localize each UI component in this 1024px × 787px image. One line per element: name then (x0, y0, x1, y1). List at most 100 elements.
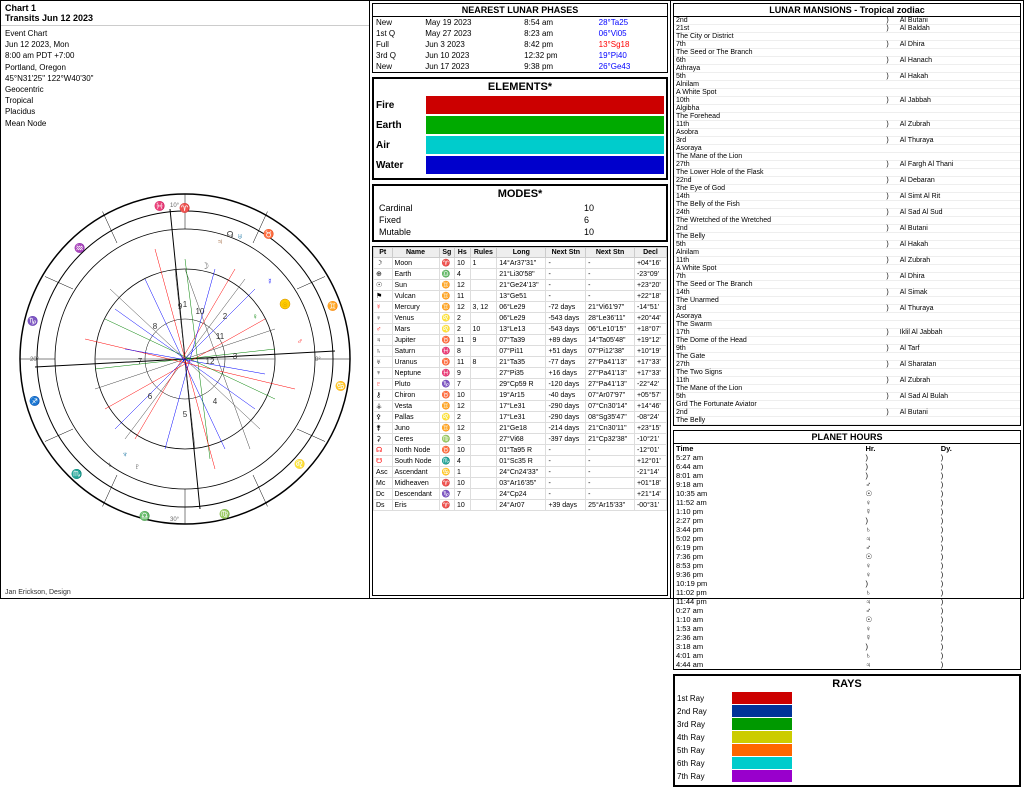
planet-decl: +17°33' (634, 368, 666, 379)
svg-text:10°: 10° (170, 203, 180, 209)
planet-row: ♆ Neptune ♓ 9 27°Pi35 +16 days 27°Pa41'1… (374, 368, 667, 379)
planet-row: ♂ Mars ♌ 2 10 13°Le13 -543 days 06°Le10'… (374, 324, 667, 335)
mansion-name: Al Jabbah (898, 97, 1020, 105)
mansion-num: 14th (674, 289, 884, 297)
planet-row: ☿ Mercury ♊ 12 3, 12 06°Le29 -72 days 21… (374, 302, 667, 313)
mansion-symbol: ) (884, 209, 897, 217)
mansion-name (898, 369, 1020, 377)
planet-name: Vulcan (392, 291, 439, 302)
planet-row: Dc Descendant ♑ 7 24°Cp24 - - +21°14' (374, 489, 667, 500)
ray-label: 7th Ray (677, 772, 732, 781)
mansion-symbol: ) (884, 97, 897, 105)
mansion-symbol (884, 201, 897, 209)
mansion-symbol (884, 321, 897, 329)
planet-hs: 12 (455, 423, 470, 434)
planet-hours-col-header: Dy. (939, 444, 1020, 453)
mansion-num: 5th (674, 241, 884, 249)
phase-name: New (373, 61, 422, 72)
mansion-name: Al Debaran (898, 177, 1020, 185)
lunar-mansion-row: The City or District (674, 33, 1020, 41)
planet-col-header: Long (497, 248, 546, 258)
planet-sg: ♈ (439, 478, 454, 489)
planet-row: ⚳ Ceres ♍ 3 27°Vi68 -397 days 21°Cp32'38… (374, 434, 667, 445)
planet-hs: 1 (455, 467, 470, 478)
mansion-name (898, 353, 1020, 361)
planet-name: South Node (392, 456, 439, 467)
planet-row: ⚴ Pallas ♌ 2 17°Le31 -290 days 08°Sg35'4… (374, 412, 667, 423)
mansion-symbol: ) (884, 177, 897, 185)
lunar-mansion-row: 21st ) Al Baldah (674, 25, 1020, 33)
mansion-num: A White Spot (674, 89, 884, 97)
planet-pt: Ds (374, 500, 393, 511)
planet-long: 17°Le31 (497, 401, 546, 412)
svg-text:♃: ♃ (217, 237, 223, 246)
lunar-mansion-row: The Seed or The Branch (674, 49, 1020, 57)
ph-hr: ♀ (863, 624, 938, 633)
lunar-mansion-row: 5th ) Al Hakah (674, 73, 1020, 81)
mansion-num: The Wretched of the Wretched (674, 217, 884, 225)
phase-degree: 13°Sg18 (596, 39, 667, 50)
lunar-mansion-row: Grd The Fortunate Aviator (674, 401, 1020, 409)
planet-rules (470, 390, 497, 401)
ph-hr: ) (863, 453, 938, 462)
mansion-symbol: ) (884, 409, 897, 417)
lunar-phases-box: NEAREST LUNAR PHASES New May 19 2023 8:5… (372, 3, 668, 73)
ray-label: 6th Ray (677, 759, 732, 768)
phase-time: 8:23 am (521, 28, 596, 39)
mansion-num: 3rd (674, 137, 884, 145)
planet-name: Ascendant (392, 467, 439, 478)
planet-name: Sun (392, 280, 439, 291)
phase-degree: 28°Ta25 (596, 17, 667, 28)
lunar-mansion-row: 9th ) Al Tarf (674, 345, 1020, 353)
planet-stn1: -543 days (546, 324, 586, 335)
ph-time: 7:36 pm (674, 552, 863, 561)
lunar-mansion-row: 27th ) Al Sharatan (674, 361, 1020, 369)
chart-info: Event Chart Jun 12 2023, Mon 8:00 am PDT… (1, 26, 369, 131)
mansion-name (898, 281, 1020, 289)
ph-hr: ♃ (863, 597, 938, 606)
ph-dy: ) (939, 660, 1020, 669)
planet-hs: 11 (455, 291, 470, 302)
planet-decl: -08°24' (634, 412, 666, 423)
planet-hours-row: 6:19 pm ♂ ) (674, 543, 1020, 552)
planet-decl: -14°51' (634, 302, 666, 313)
planet-row: ☉ Sun ♊ 12 21°Ge24'13" - - +23°20' (374, 280, 667, 291)
mansion-name (898, 81, 1020, 89)
planet-pt: ♀ (374, 313, 393, 324)
ph-time: 2:36 am (674, 633, 863, 642)
planet-decl: +23°15' (634, 423, 666, 434)
mansion-name (898, 321, 1020, 329)
mansion-num: The Two Signs (674, 369, 884, 377)
planet-rules (470, 412, 497, 423)
planet-row: ⚵ Juno ♊ 12 21°Ge18 -214 days 21°Cn30'11… (374, 423, 667, 434)
svg-text:♈: ♈ (179, 202, 190, 213)
planet-stn1: -290 days (546, 401, 586, 412)
mansion-num: The Mane of the Lion (674, 153, 884, 161)
mansion-name (898, 105, 1020, 113)
svg-text:☊: ☊ (226, 230, 233, 239)
mansion-symbol (884, 89, 897, 97)
ray-bar (732, 770, 792, 782)
svg-text:♌: ♌ (294, 458, 305, 469)
lunar-mansion-row: The Swarm (674, 321, 1020, 329)
planet-hs: 10 (455, 478, 470, 489)
planet-pt: ☽ (374, 258, 393, 269)
planet-pt: ☊ (374, 445, 393, 456)
planet-stn2: 07°Ar07'97" (586, 390, 635, 401)
mansion-name (898, 145, 1020, 153)
mansion-num: 2nd (674, 17, 884, 25)
mansion-name (898, 89, 1020, 97)
ph-hr: ♃ (863, 660, 938, 669)
planet-sg: ♊ (439, 401, 454, 412)
lunar-mansions-title: LUNAR MANSIONS - Tropical zodiac (674, 4, 1020, 17)
planet-decl: +10°19' (634, 346, 666, 357)
planet-name: Mercury (392, 302, 439, 313)
planet-hs: 10 (455, 258, 470, 269)
lunar-mansion-row: Athraya (674, 65, 1020, 73)
planet-rules (470, 489, 497, 500)
planet-decl: +14°46' (634, 401, 666, 412)
phase-time: 9:38 pm (521, 61, 596, 72)
planet-sg: ♊ (439, 280, 454, 291)
planet-name: Vesta (392, 401, 439, 412)
mansion-name: Al Butani (898, 17, 1020, 25)
